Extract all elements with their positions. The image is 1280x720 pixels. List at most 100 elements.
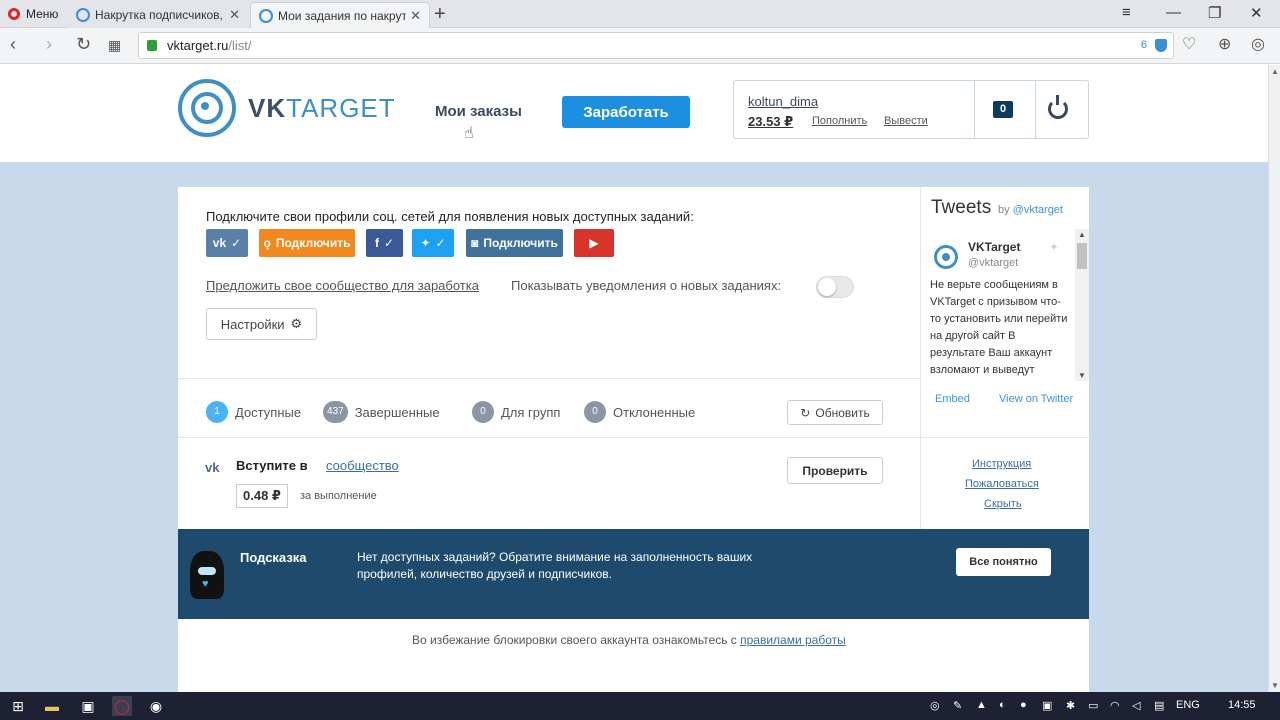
tweets-by: by @vktarget — [998, 204, 1063, 216]
hint-banner: Подсказка Нет доступных заданий? Обратит… — [178, 529, 1089, 619]
windows-start-icon[interactable]: ⊞ — [8, 696, 28, 716]
notify-label: Показывать уведомления о новых заданиях: — [511, 278, 782, 293]
url-field[interactable]: vktarget.ru/list/ 6 — [138, 32, 1174, 59]
minimize-icon[interactable]: — — [1166, 4, 1181, 21]
ok-connect-button[interactable]: ǫ Подключить — [259, 229, 355, 257]
twitter-connect-button[interactable]: ✦ ✓ — [412, 229, 454, 257]
download-icon[interactable]: ⊕ — [1218, 34, 1231, 54]
divider — [178, 437, 1089, 438]
filter-completed[interactable]: 437 Завершенные — [323, 401, 440, 423]
report-link[interactable]: Пожаловаться — [965, 478, 1039, 490]
rules-text: Во избежание блокировки своего аккаунта … — [412, 633, 737, 647]
logout-power-icon[interactable] — [1048, 95, 1068, 119]
tweet-author-name[interactable]: VKTarget — [968, 240, 1020, 254]
count-badge: 1 — [206, 401, 228, 423]
hint-dismiss-button[interactable]: Все понятно — [956, 548, 1051, 576]
notification-badge[interactable]: 0 — [993, 101, 1013, 118]
close-tab-icon[interactable]: ✕ — [410, 8, 421, 24]
scroll-up-icon[interactable]: ▲ — [1271, 67, 1279, 76]
vk-icon: vk — [212, 236, 227, 250]
settings-button[interactable]: Настройки ⚙ — [206, 308, 317, 340]
logo-text: VKTARGET — [248, 92, 396, 123]
file-explorer-icon[interactable]: ▬ — [42, 696, 62, 716]
tray-icon[interactable]: ✎ — [953, 699, 962, 712]
task-community-link[interactable]: сообщество — [326, 458, 399, 473]
scroll-up-icon[interactable]: ▲ — [1078, 230, 1086, 239]
notification-center-icon[interactable]: ▤ — [1154, 699, 1164, 712]
fb-connect-button[interactable]: f ✓ — [366, 229, 403, 257]
clock[interactable]: 14:55 — [1228, 699, 1256, 711]
tweet-item: VKTarget @vktarget ✦ Не верьте сообщения… — [921, 229, 1089, 381]
tweet-text: Не верьте сообщениям в VKTarget с призыв… — [930, 279, 1068, 376]
tray-icon[interactable]: ● — [1020, 699, 1027, 711]
withdraw-link[interactable]: Вывести — [884, 115, 928, 127]
scroll-down-icon[interactable]: ▼ — [1078, 371, 1086, 380]
username-link[interactable]: koltun_dima — [748, 94, 818, 109]
vk-connect-button[interactable]: vk ✓ — [206, 229, 248, 257]
forward-icon[interactable]: › — [46, 34, 52, 55]
close-tab-icon[interactable]: ✕ — [229, 7, 240, 23]
browser-menu-button[interactable]: Меню — [0, 0, 66, 28]
divider — [178, 378, 920, 379]
speed-dial-icon[interactable]: ▦ — [108, 37, 121, 54]
instruction-link[interactable]: Инструкция — [972, 458, 1031, 470]
back-icon[interactable]: ‹ — [10, 34, 16, 55]
tray-icon[interactable]: ◐ — [999, 699, 1006, 711]
earn-button[interactable]: Заработать — [562, 96, 690, 128]
view-on-twitter-link[interactable]: View on Twitter — [999, 393, 1073, 405]
heart-icon[interactable]: ♡ — [1182, 34, 1196, 54]
vktarget-favicon-icon — [259, 8, 273, 23]
browser-tab-1[interactable]: Накрутка подписчиков, л ✕ — [68, 2, 248, 28]
filter-available[interactable]: 1 Доступные — [206, 401, 301, 423]
youtube-connect-button[interactable]: ▶ — [574, 229, 614, 257]
tweets-by-handle[interactable]: @vktarget — [1013, 204, 1063, 216]
steam-icon[interactable]: ◉ — [146, 696, 166, 716]
filter-label: Доступные — [235, 404, 302, 420]
vktarget-logo[interactable]: VKTARGET — [178, 79, 396, 137]
battery-icon[interactable]: ▭ — [1088, 699, 1098, 712]
filter-rejected[interactable]: 0 Отклоненные — [584, 401, 695, 423]
hide-link[interactable]: Скрыть — [984, 498, 1022, 510]
scroll-thumb[interactable] — [1077, 243, 1087, 269]
language-indicator[interactable]: ENG — [1176, 699, 1200, 711]
hint-text: Нет доступных заданий? Обратите внимание… — [357, 550, 753, 581]
tweets-embed-link[interactable]: Embed — [935, 393, 970, 405]
check-button[interactable]: Проверить — [787, 457, 883, 484]
tweets-title: Tweets — [931, 197, 992, 218]
opera-taskbar-icon[interactable]: ◯ — [112, 696, 132, 716]
tray-icon[interactable]: ▲ — [976, 699, 987, 711]
topup-link[interactable]: Пополнить — [812, 115, 867, 127]
twitter-bird-icon: ✦ — [1049, 240, 1060, 254]
new-tab-icon[interactable]: + — [434, 4, 446, 24]
page-viewport: VKTARGET Мои заказы ☝ Заработать koltun_… — [0, 65, 1268, 692]
suggest-community-link[interactable]: Предложить свое сообщество для заработка — [206, 278, 479, 293]
close-window-icon[interactable]: ✕ — [1250, 4, 1263, 22]
my-orders-link[interactable]: Мои заказы — [435, 103, 522, 120]
account-icon[interactable]: ◎ — [1251, 34, 1265, 54]
tweets-scrollbar[interactable]: ▲ ▼ — [1075, 229, 1089, 381]
account-panel: koltun_dima 23.53 ₽ Пополнить Вывести 0 — [733, 80, 1089, 139]
browser-tab-2[interactable]: Мои задания по накрутке ✕ — [250, 2, 430, 28]
page-scrollbar[interactable]: ▲ ▼ — [1268, 65, 1280, 692]
restore-icon[interactable]: ❐ — [1208, 4, 1221, 22]
tray-icon[interactable]: ◎ — [930, 699, 940, 712]
wifi-icon[interactable]: ◠ — [1110, 699, 1120, 712]
notify-toggle[interactable] — [816, 276, 854, 298]
instagram-connect-button[interactable]: ◙ Подключить — [466, 229, 563, 257]
tweet-author-handle[interactable]: @vktarget — [968, 257, 1018, 269]
bluetooth-icon[interactable]: ✱ — [1066, 699, 1075, 712]
tab-menu-icon[interactable]: ≡ — [1122, 4, 1131, 21]
adblock-shield-icon[interactable] — [1155, 39, 1167, 52]
filter-groups[interactable]: 0 Для групп — [472, 401, 560, 423]
filter-label: Завершенные — [354, 404, 440, 420]
balance[interactable]: 23.53 ₽ — [748, 114, 793, 130]
refresh-button[interactable]: ↻ Обновить — [787, 400, 883, 425]
site-header: VKTARGET Мои заказы ☝ Заработать koltun_… — [0, 65, 1268, 162]
store-icon[interactable]: ▣ — [78, 696, 98, 716]
volume-icon[interactable]: ◁ — [1132, 699, 1140, 712]
tray-icon[interactable]: ▣ — [1042, 699, 1052, 712]
scroll-down-icon[interactable]: ▼ — [1271, 681, 1279, 690]
reload-icon[interactable]: ↻ — [76, 34, 91, 55]
rules-link[interactable]: правилами работы — [740, 633, 846, 647]
filter-label: Отклоненные — [613, 404, 696, 420]
